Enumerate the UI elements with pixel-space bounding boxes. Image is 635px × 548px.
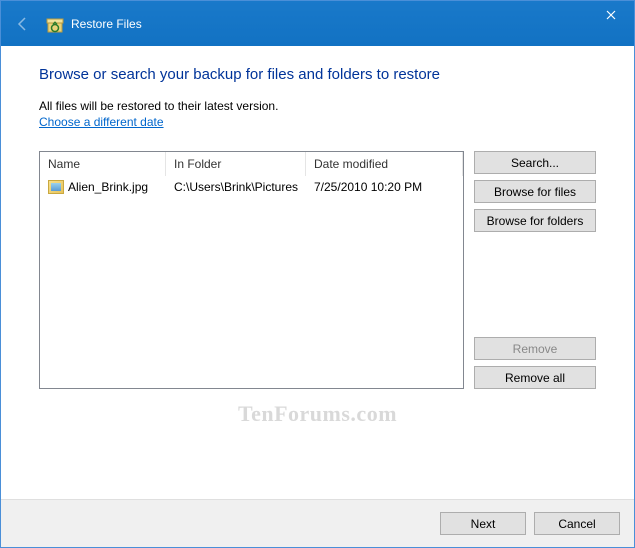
remove-all-button[interactable]: Remove all <box>474 366 596 389</box>
footer: Next Cancel <box>1 499 634 547</box>
remove-button: Remove <box>474 337 596 360</box>
side-buttons: Search... Browse for files Browse for fo… <box>474 151 596 389</box>
close-button[interactable] <box>588 1 634 29</box>
cancel-button[interactable]: Cancel <box>534 512 620 535</box>
col-header-date[interactable]: Date modified <box>306 152 463 176</box>
main-row: Name In Folder Date modified Alien_Brink… <box>39 151 596 389</box>
spacer <box>474 238 596 331</box>
page-heading: Browse or search your backup for files a… <box>39 66 596 83</box>
browse-folders-button[interactable]: Browse for folders <box>474 209 596 232</box>
browse-files-button[interactable]: Browse for files <box>474 180 596 203</box>
close-icon <box>606 10 616 20</box>
file-list[interactable]: Name In Folder Date modified Alien_Brink… <box>39 151 464 389</box>
file-name-text: Alien_Brink.jpg <box>68 180 148 194</box>
cell-date: 7/25/2010 10:20 PM <box>306 180 463 194</box>
col-header-folder[interactable]: In Folder <box>166 152 306 176</box>
col-header-name[interactable]: Name <box>40 152 166 176</box>
list-item[interactable]: Alien_Brink.jpg C:\Users\Brink\Pictures … <box>40 176 463 198</box>
search-button[interactable]: Search... <box>474 151 596 174</box>
image-file-icon <box>48 180 64 194</box>
cell-name: Alien_Brink.jpg <box>40 180 166 194</box>
cell-folder: C:\Users\Brink\Pictures <box>166 180 306 194</box>
back-button[interactable] <box>9 10 37 38</box>
window-title: Restore Files <box>71 17 142 31</box>
list-body: Alien_Brink.jpg C:\Users\Brink\Pictures … <box>40 176 463 388</box>
subtext: All files will be restored to their late… <box>39 99 596 113</box>
restore-files-icon <box>45 14 65 34</box>
list-header: Name In Folder Date modified <box>40 152 463 176</box>
content-area: Browse or search your backup for files a… <box>1 46 634 389</box>
titlebar: Restore Files <box>1 1 634 46</box>
arrow-left-icon <box>15 16 31 32</box>
choose-date-link[interactable]: Choose a different date <box>39 115 164 129</box>
next-button[interactable]: Next <box>440 512 526 535</box>
watermark: TenForums.com <box>1 401 634 427</box>
